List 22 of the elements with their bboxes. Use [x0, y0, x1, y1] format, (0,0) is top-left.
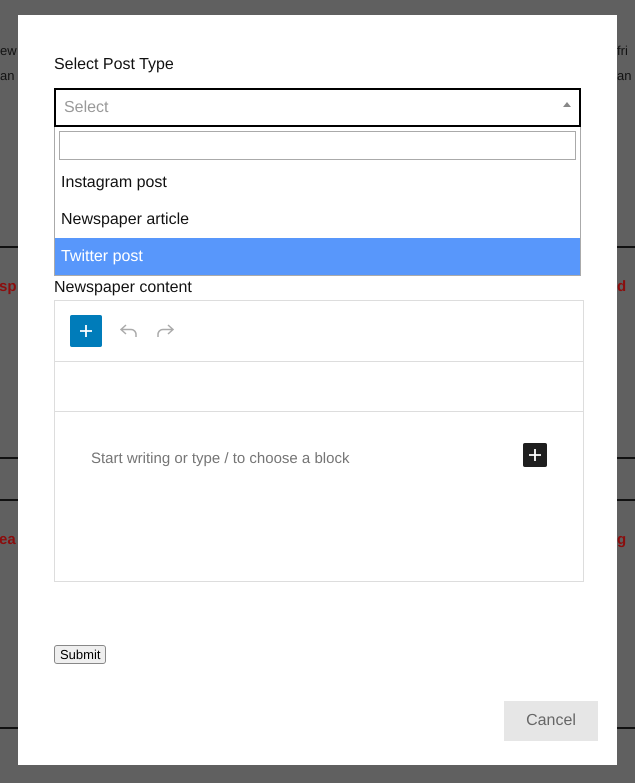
select-dropdown[interactable]: Select [54, 88, 581, 127]
backdrop-text: fri [617, 43, 629, 58]
cancel-button[interactable]: Cancel [504, 701, 598, 741]
plus-icon [529, 448, 541, 460]
editor-placeholder[interactable]: Start writing or type / to choose a block [91, 450, 350, 467]
backdrop-text: d [617, 278, 628, 295]
backdrop-text: an [617, 68, 632, 83]
field-label: Newspaper content [54, 278, 193, 298]
dropdown-option[interactable]: Instagram post [55, 164, 580, 201]
field-label: Select Post Type [54, 55, 175, 75]
submit-button[interactable]: Submit [54, 645, 106, 664]
dropdown-option[interactable]: Newspaper article [55, 201, 580, 238]
plus-icon [79, 324, 93, 338]
add-block-button[interactable] [523, 442, 547, 466]
redo-icon[interactable] [156, 324, 174, 338]
dropdown-option[interactable]: Twitter post [55, 238, 580, 275]
undo-icon[interactable] [120, 324, 138, 338]
backdrop-text: ew [0, 43, 18, 58]
backdrop-text: an [0, 68, 16, 83]
caret-icon [563, 102, 571, 107]
backdrop-text: g [617, 531, 628, 548]
search-field[interactable] [59, 131, 576, 160]
